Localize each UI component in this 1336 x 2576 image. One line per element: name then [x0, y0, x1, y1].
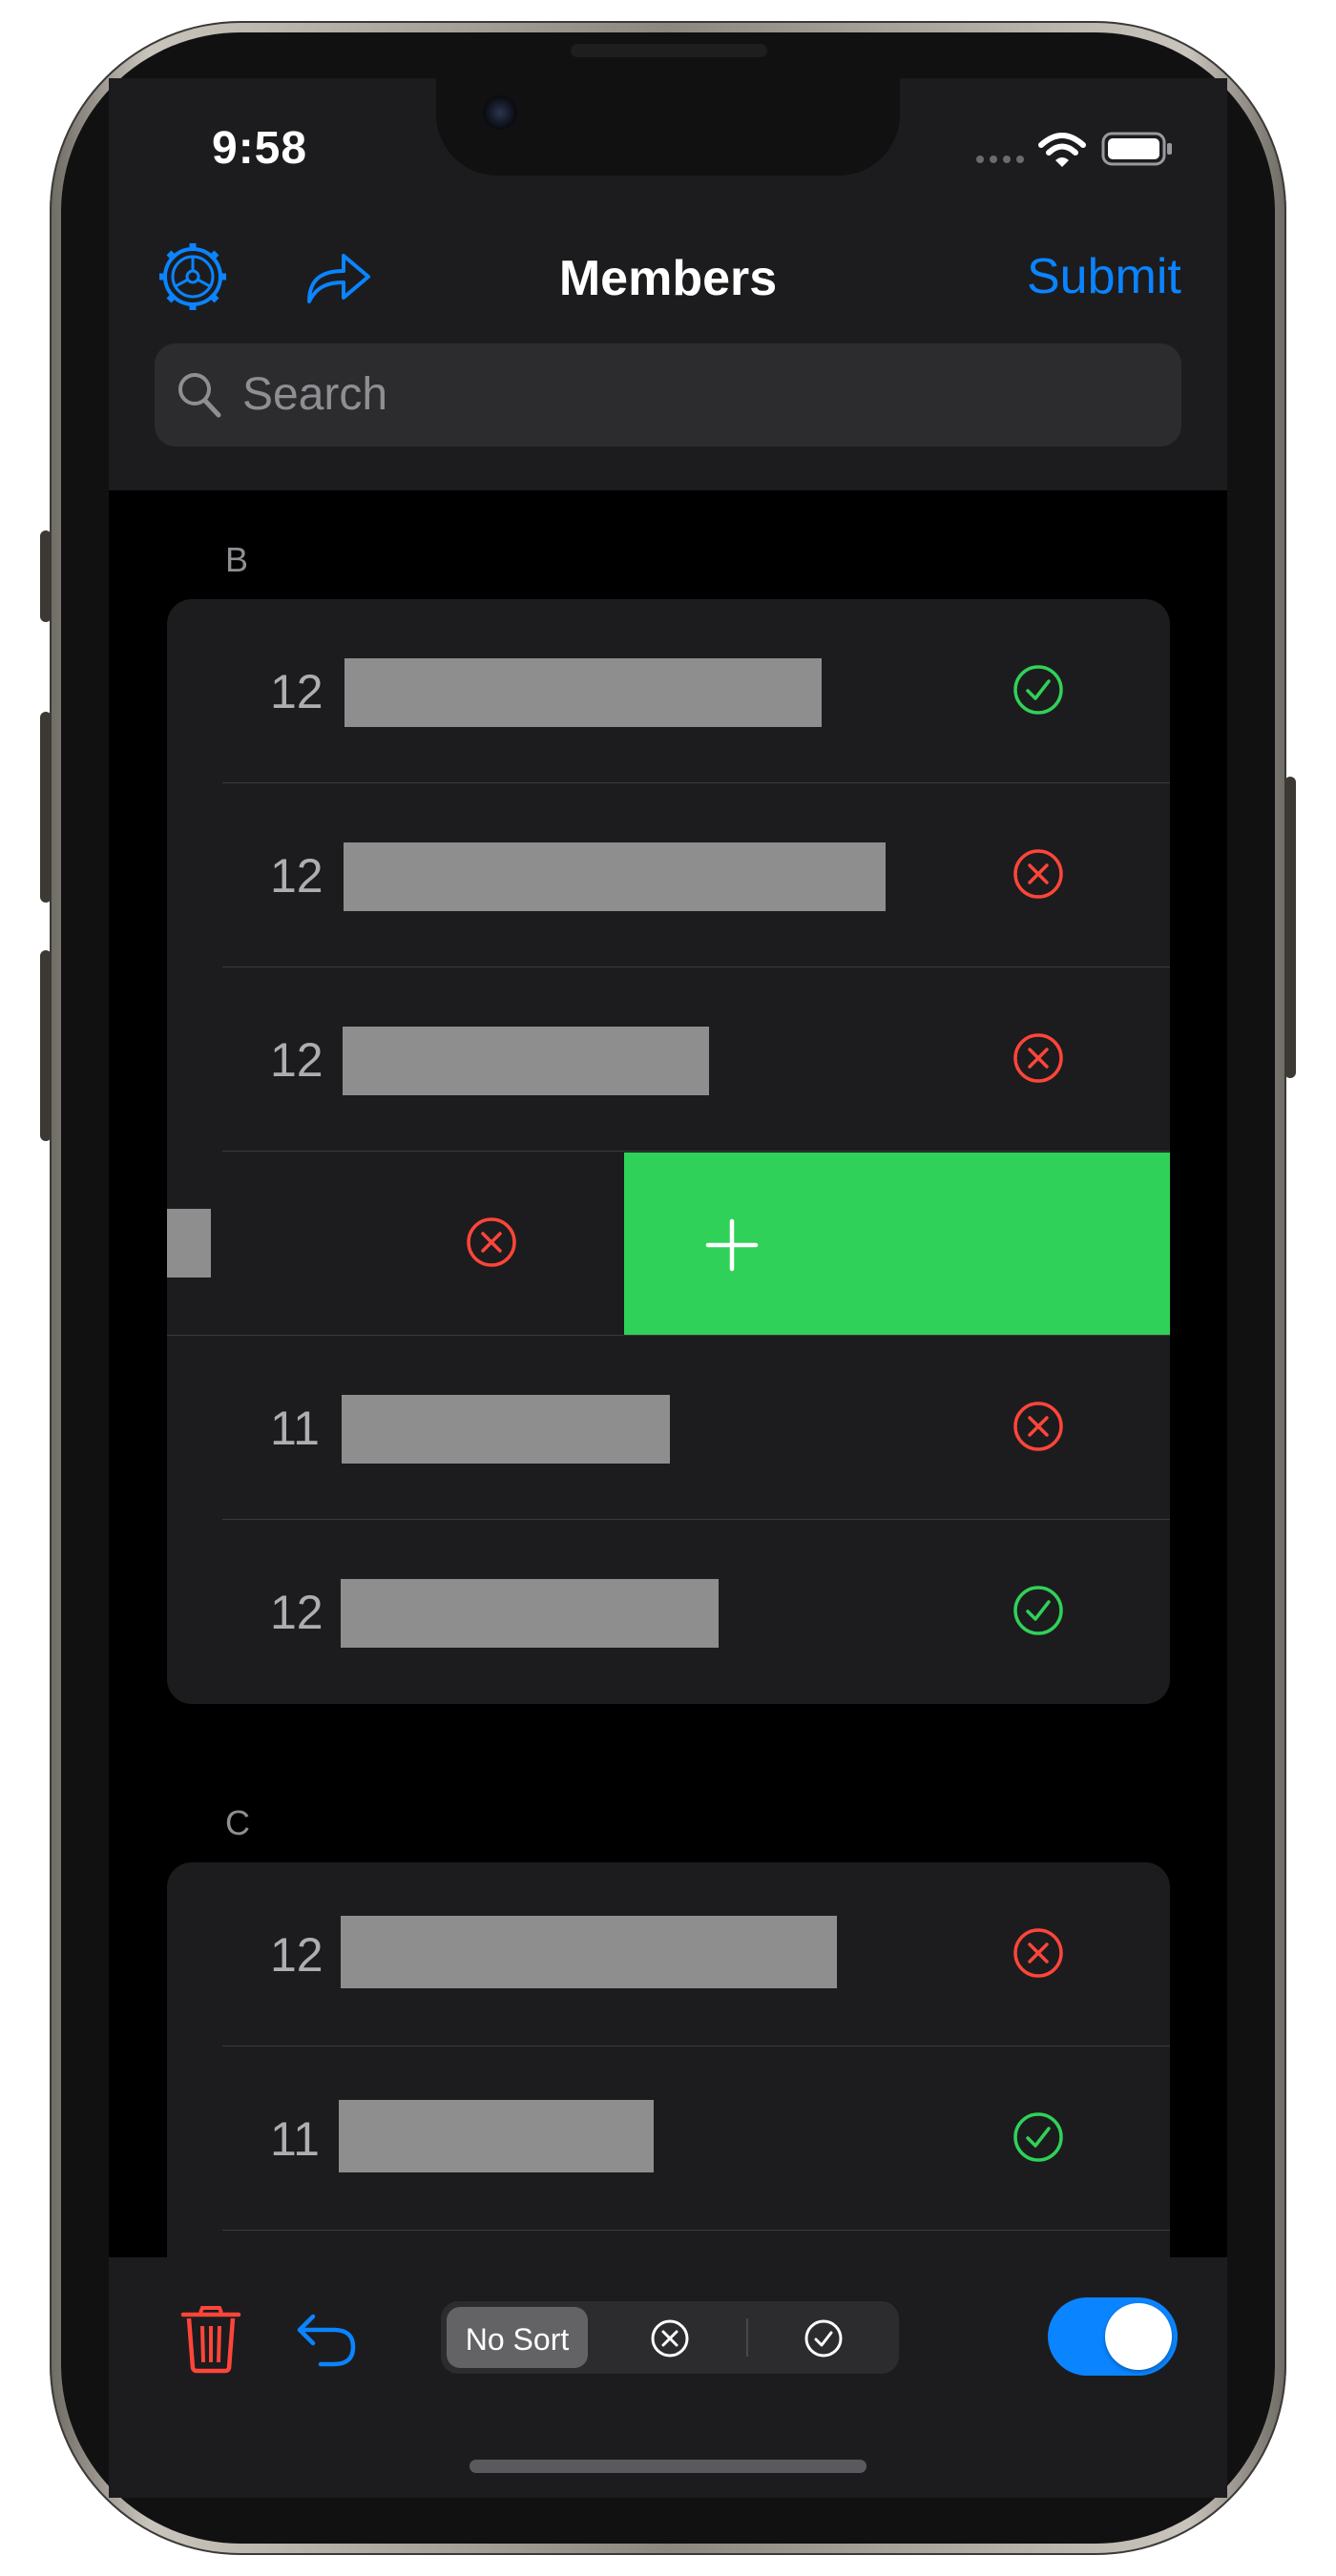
- absent-filter-x-icon[interactable]: [650, 2318, 690, 2358]
- share-arrow-icon[interactable]: [303, 246, 374, 307]
- member-name-redacted: [344, 658, 822, 727]
- page-title: Members: [558, 251, 778, 306]
- list-item[interactable]: 12: [167, 599, 1170, 783]
- present-check-icon[interactable]: [1012, 664, 1064, 716]
- absent-x-icon[interactable]: [1012, 1927, 1064, 1979]
- member-number: 12: [270, 665, 324, 718]
- undo-icon[interactable]: [292, 2309, 359, 2368]
- member-number: 12: [270, 849, 324, 903]
- status-time: 9:58: [212, 123, 308, 174]
- present-check-icon[interactable]: [1012, 1585, 1064, 1636]
- search-placeholder: Search: [242, 369, 388, 420]
- member-number: 11: [270, 1402, 320, 1455]
- list-item[interactable]: 12: [167, 967, 1170, 1152]
- member-name-redacted: [344, 842, 886, 911]
- section-card-b: 12 12 12 11 12: [167, 599, 1170, 1704]
- present-filter-check-icon[interactable]: [804, 2318, 844, 2358]
- absent-x-icon[interactable]: [466, 1216, 517, 1268]
- member-name-redacted: [341, 1579, 719, 1648]
- member-number: 12: [270, 1586, 324, 1639]
- volume-up-button: [40, 712, 52, 903]
- list-item[interactable]: 12: [167, 1520, 1170, 1704]
- submit-button[interactable]: Submit: [1027, 248, 1181, 305]
- plus-icon: [705, 1218, 759, 1272]
- absent-x-icon[interactable]: [1012, 848, 1064, 900]
- list-item-swiped[interactable]: [167, 1152, 1170, 1336]
- add-swipe-action-button[interactable]: [624, 1153, 1170, 1336]
- present-check-icon[interactable]: [1012, 2111, 1064, 2163]
- member-name-redacted: [341, 1916, 837, 1988]
- trash-icon[interactable]: [179, 2305, 242, 2374]
- no-sort-label: No Sort: [465, 2322, 570, 2357]
- member-number: 11: [270, 2112, 320, 2166]
- list-item[interactable]: 11: [167, 1336, 1170, 1520]
- absent-x-icon[interactable]: [1012, 1401, 1064, 1452]
- member-name-redacted: [339, 2100, 654, 2172]
- member-number: 12: [270, 1928, 324, 1982]
- battery-icon: [1101, 132, 1172, 166]
- search-icon: [178, 373, 221, 418]
- toggle-knob: [1105, 2303, 1172, 2370]
- gear-icon[interactable]: [157, 240, 229, 313]
- member-name-redacted: [167, 1209, 211, 1278]
- list-item[interactable]: 11: [167, 2046, 1170, 2231]
- member-number: 12: [270, 1033, 324, 1087]
- section-header-c: C: [225, 1803, 250, 1842]
- absent-x-icon[interactable]: [1012, 1032, 1064, 1084]
- list-item[interactable]: 12: [167, 783, 1170, 967]
- segment-divider: [746, 2318, 748, 2357]
- home-indicator: [470, 2460, 866, 2473]
- list-item[interactable]: 12: [167, 1862, 1170, 2046]
- earpiece: [571, 44, 767, 57]
- volume-down-button: [40, 950, 52, 1141]
- power-button: [1284, 777, 1296, 1078]
- silent-switch: [40, 530, 52, 622]
- cellular-signal-icon: [976, 156, 1024, 163]
- member-name-redacted: [343, 1027, 709, 1095]
- front-camera: [483, 95, 517, 130]
- wifi-icon: [1038, 133, 1086, 167]
- section-card-c: 12 11: [167, 1862, 1170, 2320]
- member-name-redacted: [342, 1395, 670, 1464]
- section-header-b: B: [225, 540, 249, 579]
